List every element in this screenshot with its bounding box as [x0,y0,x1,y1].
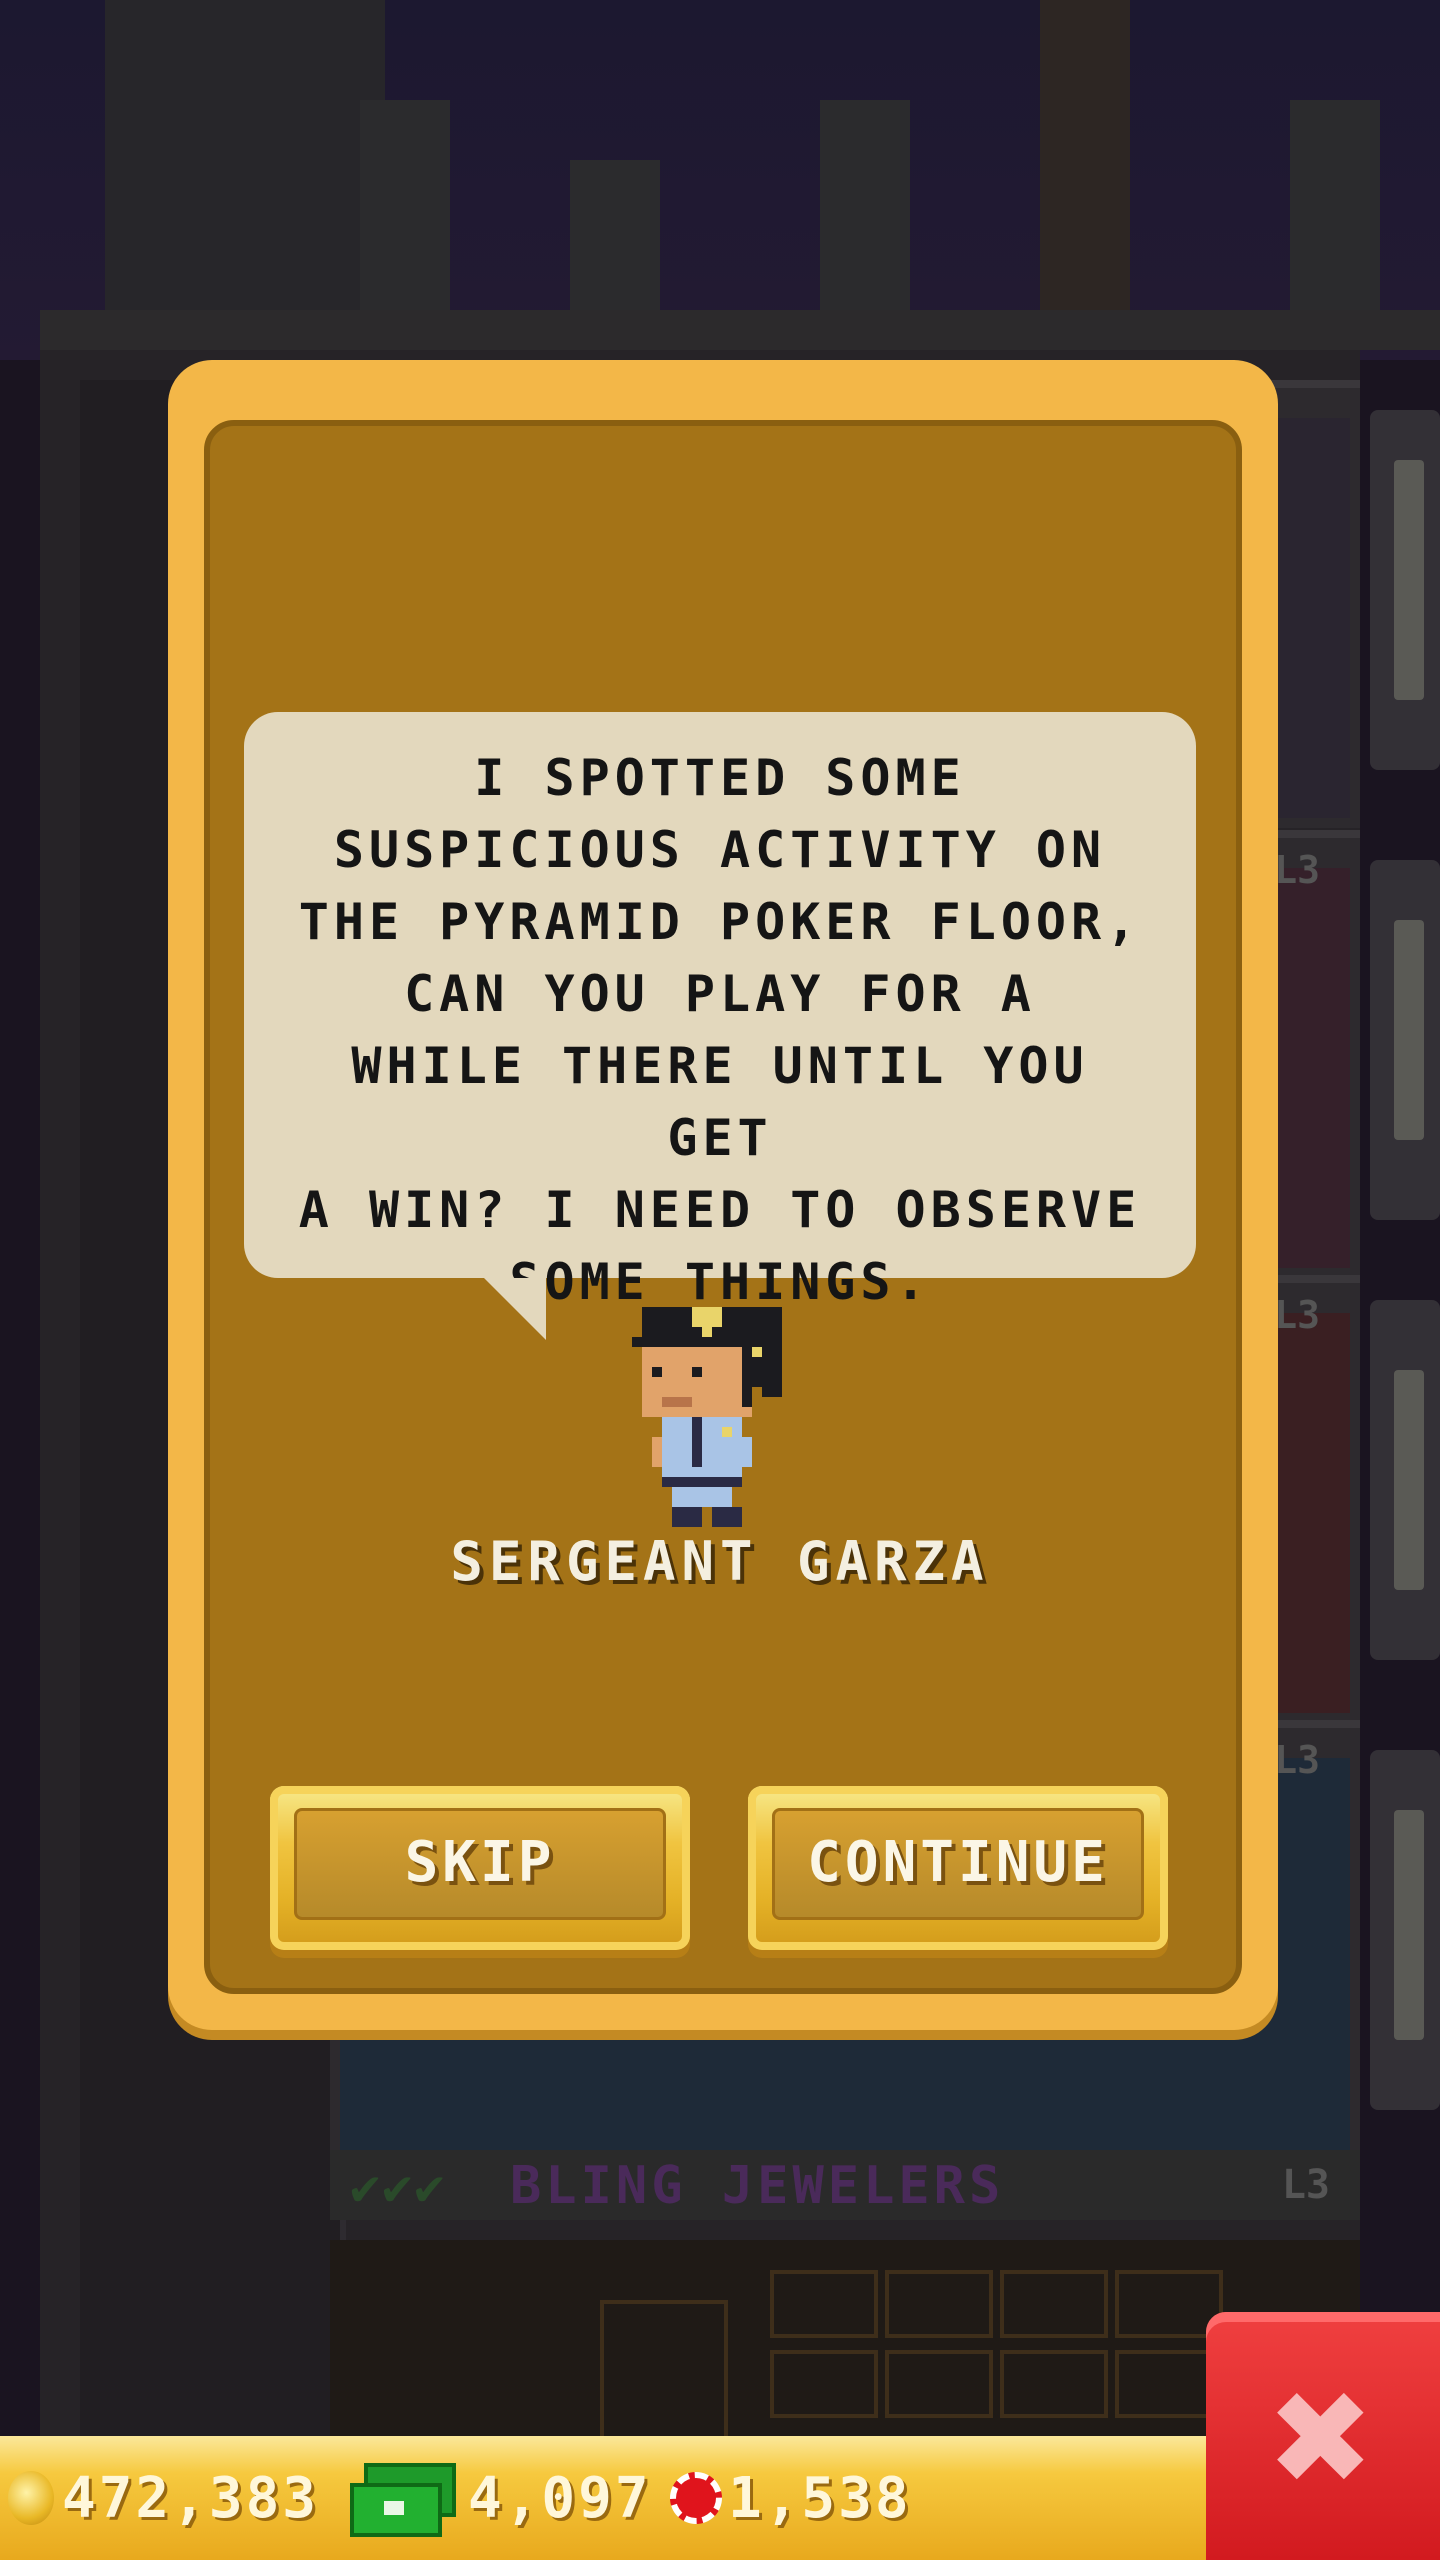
roof-ledge [40,310,1440,350]
dialog-message: I SPOTTED SOME SUSPICIOUS ACTIVITY ON TH… [298,749,1142,1311]
floor-level-tag: L3 [1274,848,1320,892]
display-case [1000,2270,1108,2338]
crane-tower [1040,0,1130,320]
continue-button-label: CONTINUE [807,1830,1109,1895]
floor-level-tag: L3 [1274,1738,1320,1782]
rooftop-block [820,100,910,320]
speech-bubble-tail [484,1278,546,1340]
side-indicator [1394,1810,1424,2040]
bux-value: 4,097 [468,2465,652,2531]
close-button[interactable]: ✖ [1206,2312,1440,2560]
rooftop-block [360,100,450,320]
coin-icon [8,2471,54,2525]
floor-name-bar: ✔✔✔ BLING JEWELERS L3 [330,2150,1360,2220]
continue-button[interactable]: CONTINUE [748,1786,1168,1950]
display-case [885,2270,993,2338]
display-case [1000,2350,1108,2418]
floor-name: BLING JEWELERS [510,2156,1005,2216]
floor-level-tag: L3 [1274,1293,1320,1337]
sergeant-garza-avatar [632,1307,782,1527]
display-case [770,2350,878,2418]
floor-check-icons: ✔✔✔ [350,2158,447,2216]
side-indicator [1394,1370,1424,1590]
floor-level-tag: L3 [1281,2162,1330,2208]
side-indicator [1394,920,1424,1140]
skip-button[interactable]: SKIP [270,1786,690,1950]
currency-bar: 472,383 4,097 1,538 [0,2436,1210,2560]
side-indicator [1394,460,1424,700]
display-case [885,2350,993,2418]
casino-chip-icon [670,2472,722,2524]
rooftop-block [570,160,660,320]
coins-value: 472,383 [62,2465,320,2531]
close-icon: ✖ [1271,2338,1375,2536]
cash-icon [350,2463,456,2537]
chips-display: 1,538 [670,2436,912,2560]
coins-display: 472,383 [8,2436,319,2560]
display-case [770,2270,878,2338]
speaker-name: SERGEANT GARZA [450,1530,990,1593]
chips-value: 1,538 [728,2465,912,2531]
rooftop-building [105,0,385,320]
skip-button-label: SKIP [404,1830,556,1895]
rooftop-block [1290,100,1380,320]
speech-bubble: I SPOTTED SOME SUSPICIOUS ACTIVITY ON TH… [244,712,1196,1311]
bux-display: 4,097 [350,2436,652,2560]
